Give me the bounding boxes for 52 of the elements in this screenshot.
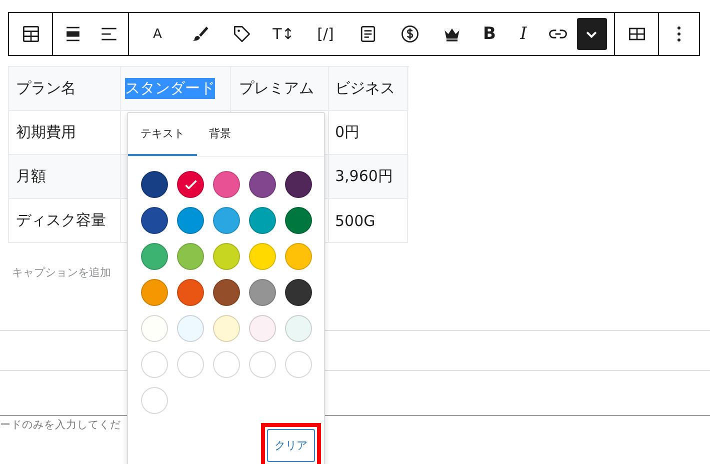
dollar-icon	[398, 23, 420, 45]
table-cell: 500G	[329, 199, 408, 243]
color-swatch[interactable]	[285, 171, 312, 198]
color-swatch[interactable]	[249, 279, 276, 306]
color-swatch[interactable]	[141, 207, 168, 234]
color-swatch[interactable]	[177, 279, 204, 306]
color-swatch[interactable]	[141, 171, 168, 198]
chevron-icon	[586, 30, 597, 38]
format-button[interactable]: T↕	[262, 18, 304, 50]
color-swatch[interactable]	[177, 171, 204, 198]
color-swatch[interactable]	[285, 315, 312, 342]
color-swatch[interactable]	[285, 243, 312, 270]
color-swatch[interactable]	[141, 315, 168, 342]
color-swatch[interactable]	[141, 243, 168, 270]
color-swatch[interactable]	[213, 279, 240, 306]
format-button[interactable]: I	[506, 18, 540, 50]
color-swatch[interactable]	[141, 387, 168, 414]
header-cell: プラン名	[9, 67, 121, 111]
header-cell: スタンダード	[121, 67, 231, 111]
color-swatch[interactable]	[249, 351, 276, 378]
chevron-button[interactable]	[576, 18, 606, 50]
color-swatch[interactable]	[177, 315, 204, 342]
color-swatch[interactable]	[213, 351, 240, 378]
more-icon	[677, 26, 681, 42]
color-swatch[interactable]	[249, 315, 276, 342]
color-swatch[interactable]	[249, 243, 276, 270]
clear-button[interactable]: クリア	[267, 429, 315, 462]
color-swatch[interactable]	[177, 207, 204, 234]
check-icon	[184, 180, 196, 189]
color-swatch[interactable]	[285, 279, 312, 306]
tab[interactable]: テキスト	[128, 113, 197, 156]
color-swatch[interactable]	[141, 279, 168, 306]
color-swatch[interactable]	[285, 351, 312, 378]
color-swatch[interactable]	[249, 207, 276, 234]
format-button[interactable]: A	[136, 18, 178, 50]
color-swatch[interactable]	[249, 171, 276, 198]
color-swatch[interactable]	[177, 351, 204, 378]
color-swatch[interactable]	[285, 207, 312, 234]
format-button[interactable]: [/]	[304, 18, 346, 50]
table-cell: 3,960円	[329, 155, 408, 199]
format-button[interactable]: B	[472, 18, 506, 50]
header-cell: ビジネス	[329, 67, 408, 111]
tab[interactable]: 背景	[197, 113, 243, 156]
color-swatch[interactable]	[141, 351, 168, 378]
color-swatch[interactable]	[213, 171, 240, 198]
table-cell: 月額	[9, 155, 121, 199]
table-cell: ディスク容量	[9, 199, 121, 243]
color-swatch[interactable]	[177, 243, 204, 270]
color-swatch[interactable]	[213, 315, 240, 342]
color-swatch[interactable]	[213, 243, 240, 270]
header-cell: プレミアム	[231, 67, 329, 111]
color-swatch[interactable]	[213, 207, 240, 234]
